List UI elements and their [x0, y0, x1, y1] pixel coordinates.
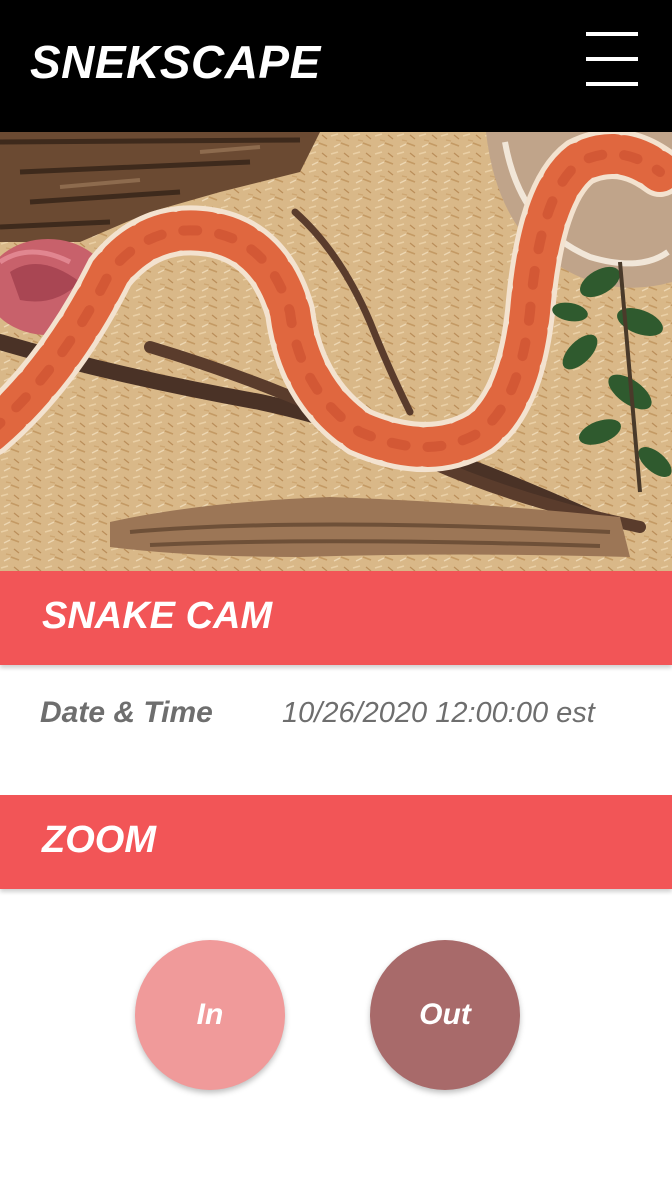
zoom-header: ZOOM	[0, 795, 672, 889]
zoom-out-label: Out	[419, 998, 471, 1031]
snake-cam-title: SNAKE CAM	[42, 595, 273, 637]
menu-bar-middle	[586, 57, 638, 61]
top-bar: SNEKSCAPE	[0, 0, 672, 132]
snake-cam-image	[0, 132, 672, 572]
zoom-out-button[interactable]: Out	[370, 940, 520, 1090]
date-time-label: Date & Time	[40, 696, 213, 729]
hamburger-menu-icon[interactable]	[584, 30, 640, 92]
snake-cam-header: SNAKE CAM	[0, 571, 672, 665]
zoom-in-button[interactable]: In	[135, 940, 285, 1090]
menu-bar-top	[586, 32, 638, 36]
menu-bar-bottom	[586, 82, 638, 86]
snake-cam-feed	[0, 132, 672, 572]
zoom-title: ZOOM	[42, 819, 156, 861]
app-title: SNEKSCAPE	[30, 36, 321, 88]
zoom-in-label: In	[196, 998, 224, 1031]
date-time-value: 10/26/2020 12:00:00 est	[282, 697, 595, 729]
snake-cam-page: SNEKSCAPE SNAKE CAM Date & Time 10/26/20…	[0, 0, 672, 1180]
